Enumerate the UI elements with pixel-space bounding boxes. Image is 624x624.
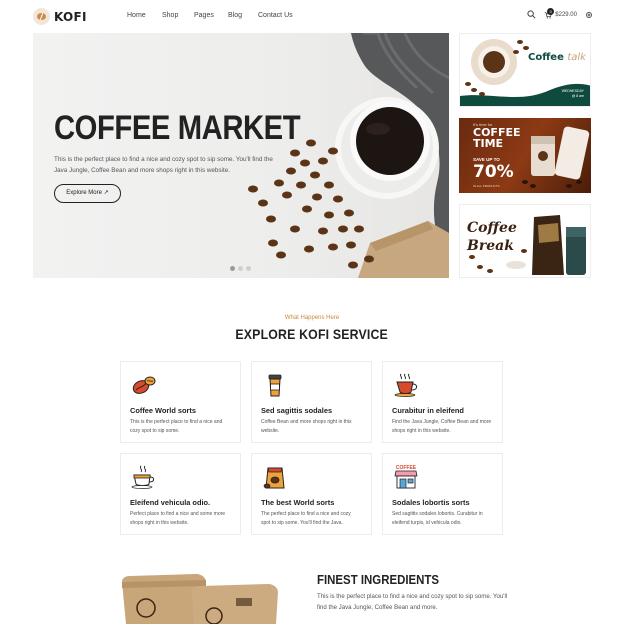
services-heading: EXPLORE KOFI SERVICE: [235, 326, 389, 342]
explore-more-button[interactable]: Explore More ↗: [54, 184, 121, 203]
ingredients-title: FINEST INGREDIENTS: [317, 572, 440, 587]
settings-icon[interactable]: [585, 11, 593, 19]
header-actions: 0 $229.00: [527, 7, 593, 19]
hero-description: This is the perfect place to find a nice…: [54, 156, 273, 174]
cart-button[interactable]: 0 $229.00: [544, 7, 577, 19]
coffee-beans-icon: [132, 376, 156, 394]
banner-coffee-time[interactable]: It's time for COFFEE TIME SAVE UP TO 70%…: [459, 118, 591, 193]
banner-coffee-break-title: Coffee Break: [467, 220, 517, 254]
service-card-text: This is the perfect place to find a nice…: [130, 419, 223, 434]
service-card[interactable]: Sed sagittis sodales Coffee Bean and mor…: [251, 361, 372, 443]
search-icon[interactable]: [527, 10, 536, 19]
explore-more-label: Explore More: [66, 190, 102, 196]
service-card[interactable]: Coffee World sorts This is the perfect p…: [120, 361, 241, 443]
site-header: KOFI Home Shop Pages Blog Contact Us 0 $…: [0, 0, 624, 33]
coffee-bags-image: [122, 574, 278, 624]
services-subheading: What Happens Here: [284, 315, 340, 321]
nav-pages[interactable]: Pages: [194, 12, 214, 19]
ingredients-text: This is the perfect place to find a nice…: [317, 593, 508, 611]
cart-count-badge: 0: [547, 7, 555, 15]
coffee-cup-icon: [268, 374, 282, 397]
service-card-text: Coffee Bean and more shops right in this…: [261, 419, 352, 434]
nav-home[interactable]: Home: [127, 12, 146, 19]
service-card-text: Find the Java Jungle, Coffee Bean and mo…: [392, 419, 492, 434]
hero-slider: COFFEE MARKET This is the perfect place …: [33, 33, 449, 278]
service-card-title: Eleifend vehicula odio.: [130, 498, 211, 507]
banner-coffee-talk-title: Coffee talk: [528, 52, 586, 63]
arrow-icon: ↗: [101, 190, 109, 196]
steaming-cup-icon: [131, 465, 155, 489]
hero-title: COFFEE MARKET: [54, 109, 301, 147]
service-card-title: Sed sagittis sodales: [261, 406, 333, 415]
slider-dot[interactable]: [238, 266, 243, 271]
slider-dots: [230, 266, 251, 271]
banner-discount: 70%: [473, 162, 514, 182]
hot-cup-icon: [394, 373, 418, 397]
banner-coffee-time-footer: IN ALL PRODUCTS: [473, 184, 500, 188]
banner-coffee-talk-footer: WEDNESDAY @ 8 am: [561, 89, 584, 98]
service-card[interactable]: The best World sorts The perfect place t…: [251, 453, 372, 535]
service-card-text: Sed sagittis sodales lobortis. Curabitur…: [392, 511, 483, 526]
service-card-title: Sodales lobortis sorts: [392, 498, 470, 507]
coffee-bag-icon: [263, 467, 285, 489]
service-card-text: The perfect place to find a nice and coz…: [261, 511, 351, 526]
nav-blog[interactable]: Blog: [228, 12, 242, 19]
coffee-shop-icon-label: COFFEE: [396, 465, 417, 471]
service-card[interactable]: Eleifend vehicula odio. Perfect place to…: [120, 453, 241, 535]
service-card-title: Curabitur in eleifend: [392, 406, 464, 415]
banner-coffee-break[interactable]: Coffee Break: [459, 204, 591, 278]
service-card[interactable]: COFFEE Sodales lobortis sorts Sed sagitt…: [382, 453, 503, 535]
slider-dot[interactable]: [246, 266, 251, 271]
service-card-text: Perfect place to find a nice and some mo…: [130, 511, 226, 526]
nav-contact[interactable]: Contact Us: [258, 12, 293, 19]
banner-coffee-time-title: COFFEE TIME: [473, 126, 521, 150]
coffee-shop-icon: COFFEE: [394, 465, 418, 489]
service-card-title: Coffee World sorts: [130, 406, 196, 415]
service-card-title: The best World sorts: [261, 498, 335, 507]
nav-shop[interactable]: Shop: [162, 12, 178, 19]
cart-total: $229.00: [555, 11, 577, 18]
banner-coffee-talk[interactable]: Coffee talk WEDNESDAY @ 8 am: [459, 33, 591, 107]
slider-dot[interactable]: [230, 266, 235, 271]
service-card[interactable]: Curabitur in eleifend Find the Java Jung…: [382, 361, 503, 443]
